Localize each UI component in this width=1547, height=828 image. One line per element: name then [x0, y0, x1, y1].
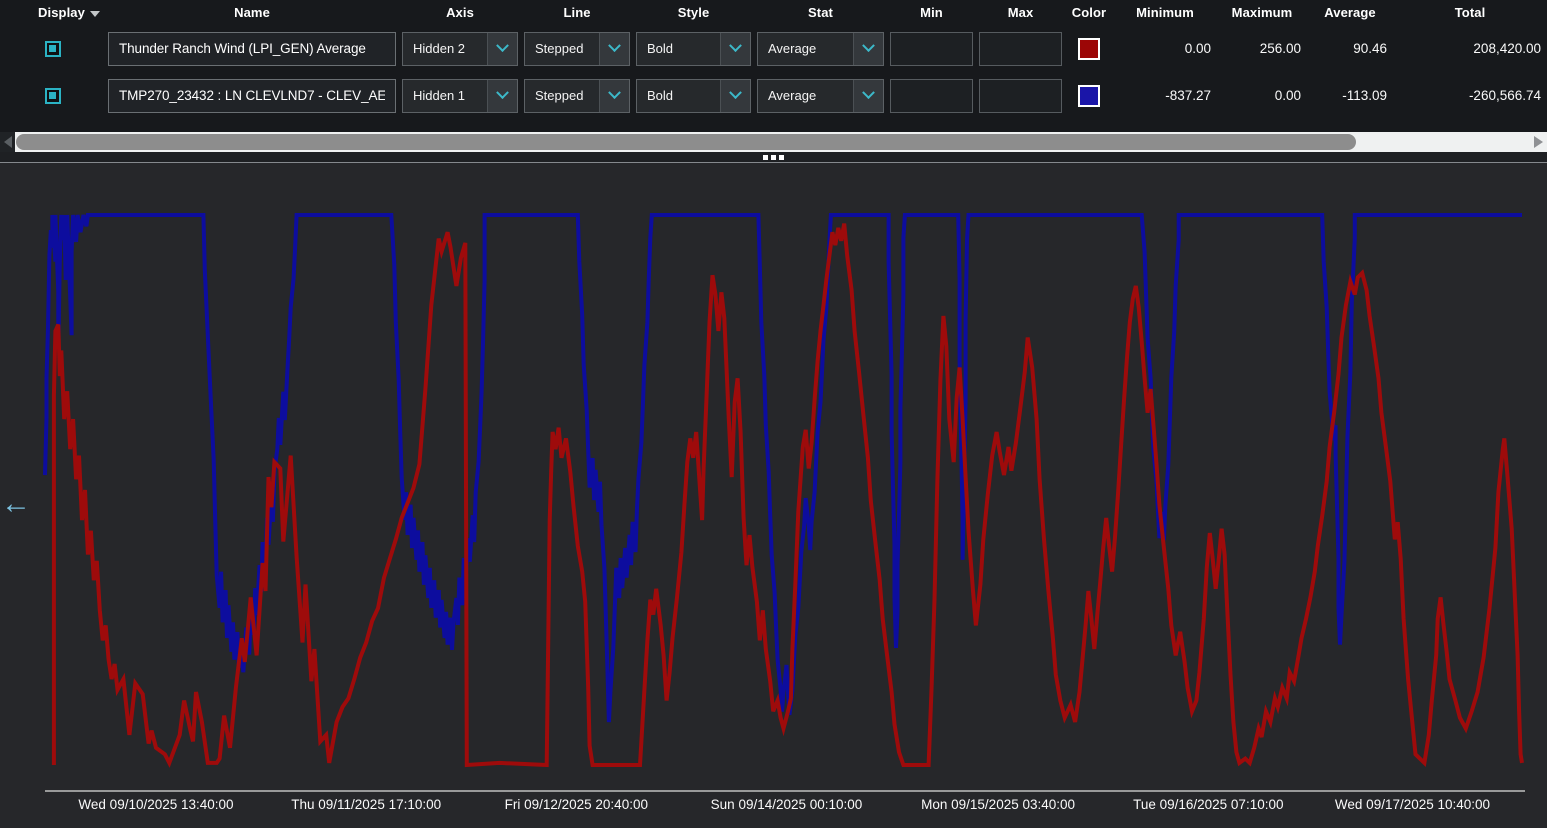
stat-average-value: -113.09 [1307, 72, 1393, 119]
scroll-right-arrow-icon [1534, 136, 1543, 148]
stat-maximum-value: 256.00 [1217, 25, 1307, 72]
x-axis-tick-label: Wed 09/17/2025 10:40:00 [1335, 797, 1490, 812]
stat-minimum-value: 0.00 [1113, 25, 1217, 72]
scroll-left-arrow-icon [4, 136, 12, 148]
stat-select[interactable]: Average [757, 79, 884, 113]
series-row-clevlnd7: Hidden 1 Stepped Bold Average -837.27 0.… [0, 72, 1547, 119]
header-color: Color [1065, 5, 1113, 20]
series-name-input[interactable] [108, 79, 396, 113]
header-minimum: Minimum [1113, 5, 1217, 20]
series-row-thunder-ranch: Hidden 2 Stepped Bold Average 0.00 256.0… [0, 25, 1547, 72]
header-name: Name [105, 5, 399, 20]
axis-select[interactable]: Hidden 1 [402, 79, 518, 113]
x-axis-tick-label: Tue 09/16/2025 07:10:00 [1133, 797, 1283, 812]
splitter-grip-icon [771, 155, 776, 160]
header-axis: Axis [399, 5, 521, 20]
line-select[interactable]: Stepped [524, 32, 630, 66]
trend-viewer-window: Display Name Axis Line Style Stat Min Ma… [0, 0, 1547, 828]
stat-select-value: Average [758, 33, 853, 65]
header-line: Line [521, 5, 633, 20]
series-color-swatch[interactable] [1078, 85, 1100, 107]
chevron-down-icon[interactable] [599, 33, 629, 65]
chevron-down-icon[interactable] [487, 33, 517, 65]
stat-total-value: -260,566.74 [1393, 72, 1547, 119]
x-axis-tick-label: Mon 09/15/2025 03:40:00 [921, 797, 1075, 812]
style-select-value: Bold [637, 80, 720, 112]
stat-select-value: Average [758, 80, 853, 112]
header-stat: Stat [754, 5, 887, 20]
series-name-input[interactable] [108, 32, 396, 66]
chevron-glyph-icon [496, 86, 509, 99]
chevron-down-icon[interactable] [599, 80, 629, 112]
trend-chart-panel: ← Wed 09/10/2025 13:40:00 Thu 09/11/2025 … [0, 163, 1547, 828]
x-axis-tick-label: Sun 09/14/2025 00:10:00 [711, 797, 863, 812]
stat-total-value: 208,420.00 [1393, 25, 1547, 72]
style-select-value: Bold [637, 33, 720, 65]
axis-select[interactable]: Hidden 2 [402, 32, 518, 66]
max-input[interactable] [979, 79, 1062, 113]
scrollbar-thumb[interactable] [16, 134, 1356, 150]
panel-splitter-handle[interactable] [0, 152, 1547, 163]
stat-average-value: 90.46 [1307, 25, 1393, 72]
display-checkbox[interactable] [45, 88, 61, 104]
line-select-value: Stepped [525, 80, 599, 112]
chevron-glyph-icon [729, 39, 742, 52]
chevron-down-icon[interactable] [720, 33, 750, 65]
chevron-glyph-icon [862, 39, 875, 52]
axis-select-value: Hidden 1 [403, 80, 487, 112]
x-axis-tick-label: Wed 09/10/2025 13:40:00 [78, 797, 233, 812]
table-header-row: Display Name Axis Line Style Stat Min Ma… [0, 0, 1547, 25]
chevron-glyph-icon [608, 86, 621, 99]
series-config-panel: Display Name Axis Line Style Stat Min Ma… [0, 0, 1547, 131]
style-select[interactable]: Bold [636, 79, 751, 113]
trend-chart[interactable]: Wed 09/10/2025 13:40:00 Thu 09/11/2025 17… [0, 163, 1547, 828]
series-color-swatch[interactable] [1078, 38, 1100, 60]
header-max: Max [976, 5, 1065, 20]
scroll-right-button[interactable] [1531, 132, 1545, 152]
stat-select[interactable]: Average [757, 32, 884, 66]
x-axis-tick-label: Fri 09/12/2025 20:40:00 [505, 797, 648, 812]
stat-minimum-value: -837.27 [1113, 72, 1217, 119]
style-select[interactable]: Bold [636, 32, 751, 66]
display-checkbox[interactable] [45, 41, 61, 57]
x-axis-tick-label: Thu 09/11/2025 17:10:00 [291, 797, 441, 812]
axis-select-value: Hidden 2 [403, 33, 487, 65]
header-display-label: Display [38, 5, 85, 20]
chevron-glyph-icon [496, 39, 509, 52]
line-select-value: Stepped [525, 33, 599, 65]
header-maximum: Maximum [1217, 5, 1307, 20]
stat-maximum-value: 0.00 [1217, 72, 1307, 119]
header-style: Style [633, 5, 754, 20]
chevron-down-icon[interactable] [487, 80, 517, 112]
display-dropdown-caret-icon [90, 11, 100, 17]
line-select[interactable]: Stepped [524, 79, 630, 113]
chevron-down-icon[interactable] [853, 33, 883, 65]
max-input[interactable] [979, 32, 1062, 66]
horizontal-scrollbar[interactable] [0, 132, 1547, 152]
min-input[interactable] [890, 32, 973, 66]
header-min: Min [887, 5, 976, 20]
header-total: Total [1393, 5, 1547, 20]
splitter-grip-icon [763, 155, 768, 160]
chevron-glyph-icon [729, 86, 742, 99]
chevron-glyph-icon [862, 86, 875, 99]
splitter-grip-icon [779, 155, 784, 160]
header-display[interactable]: Display [0, 5, 105, 20]
chevron-down-icon[interactable] [720, 80, 750, 112]
header-average: Average [1307, 5, 1393, 20]
collapse-left-arrow-button[interactable]: ← [1, 489, 31, 519]
chevron-down-icon[interactable] [853, 80, 883, 112]
scroll-left-button[interactable] [0, 132, 15, 152]
min-input[interactable] [890, 79, 973, 113]
chevron-glyph-icon [608, 39, 621, 52]
